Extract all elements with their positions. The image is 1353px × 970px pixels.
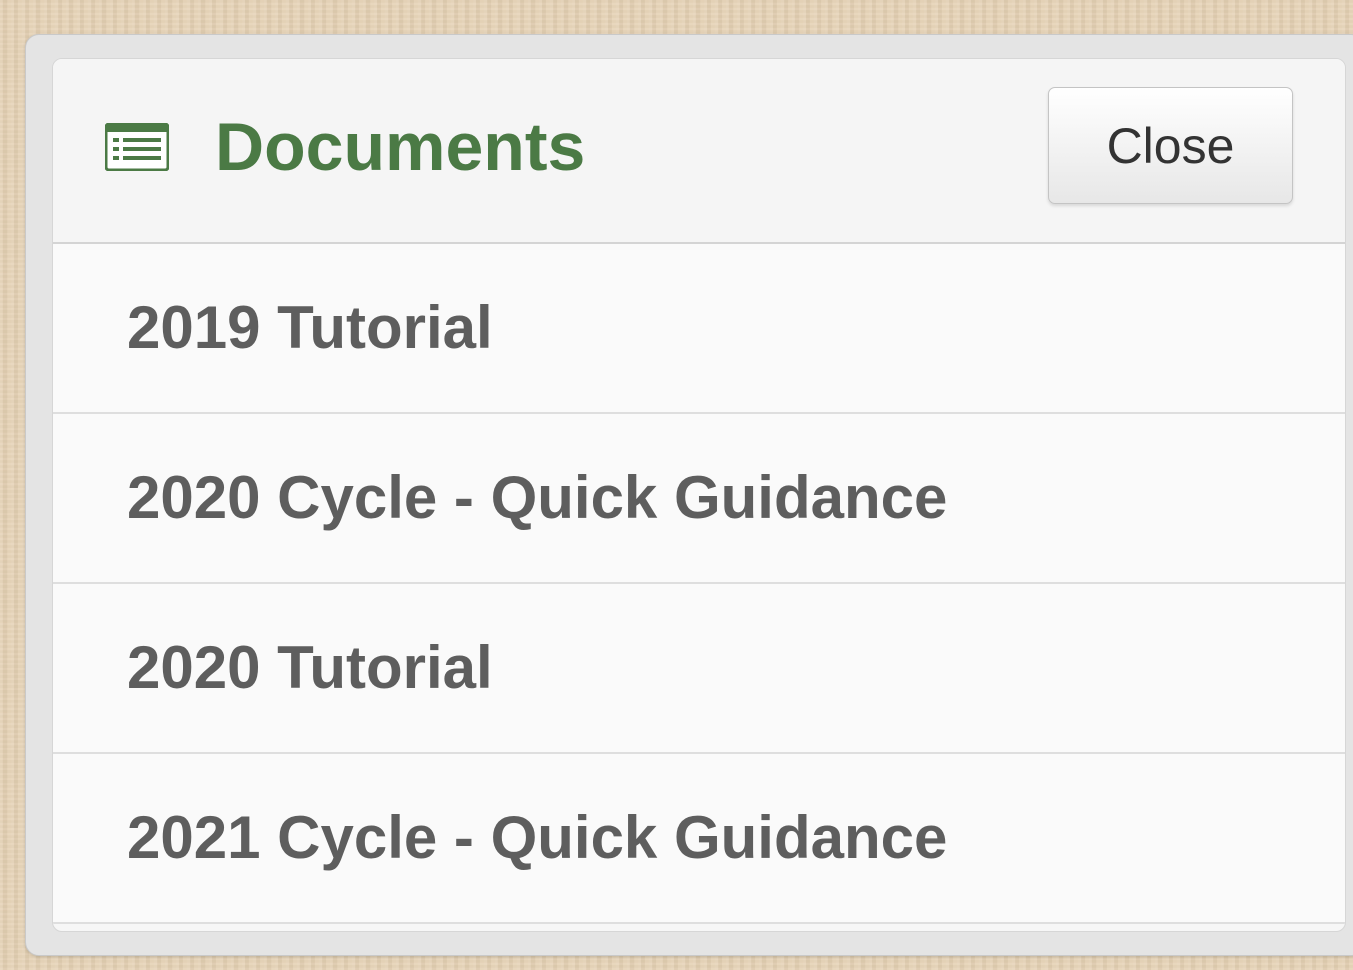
- panel-header: Documents Close: [53, 59, 1345, 244]
- list-item[interactable]: 2021 Cycle - Quick Guidance: [53, 754, 1345, 924]
- documents-panel: Documents Close 2019 Tutorial 2020 Cycle…: [52, 58, 1346, 932]
- document-link-label: 2020 Cycle - Quick Guidance: [127, 464, 948, 531]
- document-link-label: 2020 Tutorial: [127, 634, 493, 701]
- list-item[interactable]: 2020 Cycle - Quick Guidance: [53, 414, 1345, 584]
- list-icon: [104, 122, 170, 172]
- list-item[interactable]: 2019 Tutorial: [53, 244, 1345, 414]
- document-list: 2019 Tutorial 2020 Cycle - Quick Guidanc…: [53, 244, 1345, 924]
- document-link-label: 2019 Tutorial: [127, 294, 493, 361]
- document-link-label: 2021 Cycle - Quick Guidance: [127, 804, 948, 871]
- panel-title: Documents: [215, 109, 586, 185]
- list-item[interactable]: 2020 Tutorial: [53, 584, 1345, 754]
- close-button[interactable]: Close: [1048, 87, 1293, 204]
